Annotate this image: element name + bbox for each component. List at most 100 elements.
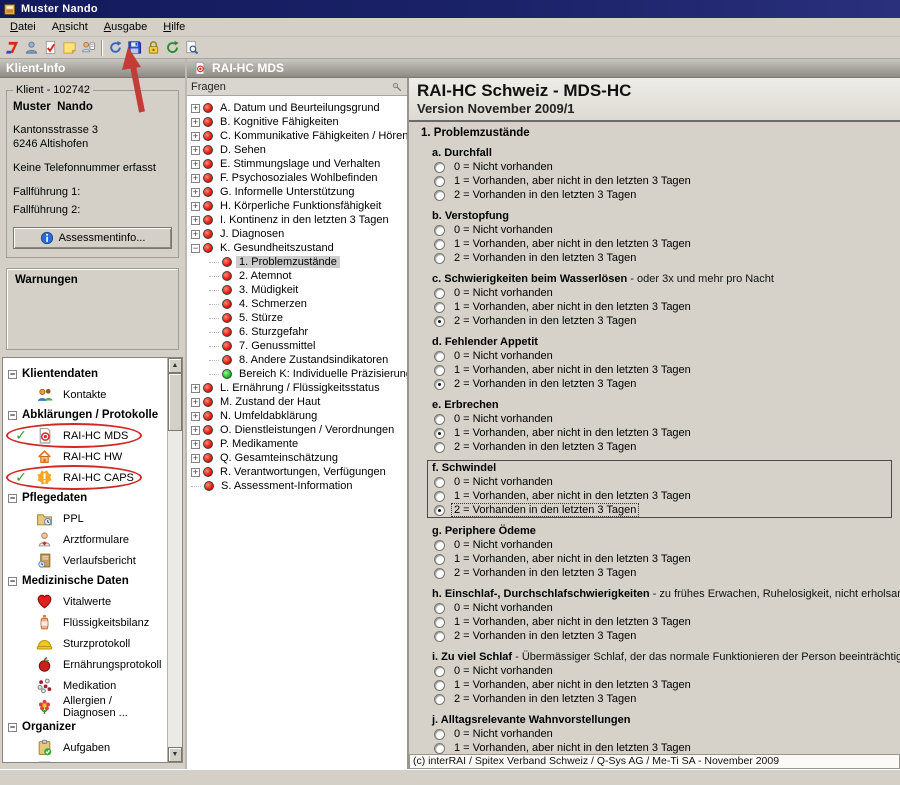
sidebar-item-sturzprotokoll[interactable]: Sturzprotokoll [3, 633, 166, 654]
radio-option-d-0[interactable]: 0 = Nicht vorhanden [432, 349, 887, 363]
radio-button[interactable] [434, 351, 445, 362]
expand-icon[interactable]: + [191, 132, 200, 141]
radio-option-h-1[interactable]: 1 = Vorhanden, aber nicht in den letzten… [432, 615, 887, 629]
assessmentinfo-button[interactable]: Assessmentinfo... [13, 227, 172, 249]
tree-node-5-st-rze[interactable]: 5. Stürze [209, 311, 407, 325]
radio-option-f-0[interactable]: 0 = Nicht vorhanden [432, 475, 887, 489]
radio-button[interactable] [434, 491, 445, 502]
tree-node-a-datum-und-beurteilungsgrund[interactable]: +A. Datum und Beurteilungsgrund [191, 101, 407, 115]
radio-button[interactable] [434, 666, 445, 677]
lock-button[interactable] [144, 39, 162, 57]
radio-button[interactable] [434, 225, 445, 236]
menu-ausgabe[interactable]: Ausgabe [96, 19, 155, 35]
radio-option-g-0[interactable]: 0 = Nicht vorhanden [432, 538, 887, 552]
radio-option-g-2[interactable]: 2 = Vorhanden in den letzten 3 Tagen [432, 566, 887, 580]
sidebar-item-medikation[interactable]: Medikation [3, 675, 166, 696]
tree-node-e-stimmungslage-und-verhalten[interactable]: +E. Stimmungslage und Verhalten [191, 157, 407, 171]
tree-node-6-sturzgefahr[interactable]: 6. Sturzgefahr [209, 325, 407, 339]
expand-icon[interactable]: + [191, 440, 200, 449]
sidebar-section-medizinische-daten[interactable]: −Medizinische Daten [3, 571, 166, 591]
menu-hilfe[interactable]: Hilfe [155, 19, 193, 35]
radio-option-d-2[interactable]: 2 = Vorhanden in den letzten 3 Tagen [432, 377, 887, 391]
collapse-icon[interactable]: − [8, 494, 17, 503]
radio-option-c-0[interactable]: 0 = Nicht vorhanden [432, 286, 887, 300]
note-button[interactable] [60, 39, 78, 57]
radio-button[interactable] [434, 631, 445, 642]
expand-icon[interactable]: + [191, 202, 200, 211]
radio-option-g-1[interactable]: 1 = Vorhanden, aber nicht in den letzten… [432, 552, 887, 566]
expand-icon[interactable]: + [191, 384, 200, 393]
sidebar-item-ppl[interactable]: PPL [3, 508, 166, 529]
tree-node-g-informelle-unterst-tzung[interactable]: +G. Informelle Unterstützung [191, 185, 407, 199]
scroll-down-icon[interactable]: ▼ [168, 747, 182, 762]
radio-option-d-1[interactable]: 1 = Vorhanden, aber nicht in den letzten… [432, 363, 887, 377]
radio-option-h-0[interactable]: 0 = Nicht vorhanden [432, 601, 887, 615]
radio-option-b-1[interactable]: 1 = Vorhanden, aber nicht in den letzten… [432, 237, 887, 251]
save-button[interactable] [125, 39, 143, 57]
sidebar-item-ern-hrungsprotokoll[interactable]: Ernährungsprotokoll [3, 654, 166, 675]
sidebar-item-rai-hc-hw[interactable]: RAI-HC HW [3, 446, 166, 467]
sidebar-section-pflegedaten[interactable]: −Pflegedaten [3, 488, 166, 508]
tree-node-r-verantwortungen-verf-gungen[interactable]: +R. Verantwortungen, Verfügungen [191, 465, 407, 479]
collapse-icon[interactable]: − [8, 370, 17, 379]
sidebar-item-arztformulare[interactable]: Arztformulare [3, 529, 166, 550]
sidebar-item-aufgaben[interactable]: Aufgaben [3, 737, 166, 758]
tree-node-p-medikamente[interactable]: +P. Medikamente [191, 437, 407, 451]
radio-button[interactable] [434, 253, 445, 264]
tree-node-2-atemnot[interactable]: 2. Atemnot [209, 269, 407, 283]
tree-node-8-andere-zustandsindikatoren[interactable]: 8. Andere Zustandsindikatoren [209, 353, 407, 367]
collapse-icon[interactable]: − [191, 244, 200, 253]
expand-icon[interactable]: + [191, 216, 200, 225]
tree-node-b-kognitive-f-higkeiten[interactable]: +B. Kognitive Fähigkeiten [191, 115, 407, 129]
radio-option-b-0[interactable]: 0 = Nicht vorhanden [432, 223, 887, 237]
radio-button[interactable] [434, 568, 445, 579]
app-logo-button[interactable] [3, 39, 21, 57]
tree-node-f-psychosoziales-wohlbefinden[interactable]: +F. Psychosoziales Wohlbefinden [191, 171, 407, 185]
expand-icon[interactable]: + [191, 146, 200, 155]
radio-option-e-0[interactable]: 0 = Nicht vorhanden [432, 412, 887, 426]
expand-icon[interactable]: + [191, 398, 200, 407]
radio-option-e-2[interactable]: 2 = Vorhanden in den letzten 3 Tagen [432, 440, 887, 454]
expand-icon[interactable]: + [191, 104, 200, 113]
expand-icon[interactable]: + [191, 412, 200, 421]
tree-node-bereich-k-individuelle-pr-zisierungen[interactable]: Bereich K: Individuelle Präzisierungen [209, 367, 407, 381]
radio-button[interactable] [434, 442, 445, 453]
radio-option-e-1[interactable]: 1 = Vorhanden, aber nicht in den letzten… [432, 426, 887, 440]
radio-button[interactable] [434, 694, 445, 705]
expand-icon[interactable]: + [191, 468, 200, 477]
expand-icon[interactable]: + [191, 174, 200, 183]
sidebar-section-klientendaten[interactable]: −Klientendaten [3, 364, 166, 384]
tree-node-s-assessment-information[interactable]: S. Assessment-Information [191, 479, 407, 493]
collapse-icon[interactable]: − [8, 577, 17, 586]
radio-option-a-2[interactable]: 2 = Vorhanden in den letzten 3 Tagen [432, 188, 887, 202]
sidebar-item-vitalwerte[interactable]: Vitalwerte [3, 591, 166, 612]
radio-button[interactable] [434, 505, 445, 516]
tree-node-i-kontinenz-in-den-letzten-3-tagen[interactable]: +I. Kontinenz in den letzten 3 Tagen [191, 213, 407, 227]
radio-button[interactable] [434, 239, 445, 250]
pin-icon[interactable] [391, 81, 403, 93]
scroll-up-icon[interactable]: ▲ [168, 358, 182, 373]
refresh-button[interactable] [163, 39, 181, 57]
sidebar-item-fl-ssigkeitsbilanz[interactable]: Flüssigkeitsbilanz [3, 612, 166, 633]
radio-button[interactable] [434, 554, 445, 565]
sidebar-section-abkl-rungen-protokolle[interactable]: −Abklärungen / Protokolle [3, 405, 166, 425]
radio-option-f-2[interactable]: 2 = Vorhanden in den letzten 3 Tagen [432, 503, 887, 517]
radio-button[interactable] [434, 477, 445, 488]
scrollbar-thumb[interactable] [168, 373, 182, 431]
sidebar-item-notizen[interactable]: Notizen [3, 758, 166, 763]
radio-option-a-0[interactable]: 0 = Nicht vorhanden [432, 160, 887, 174]
sidebar-scrollbar[interactable]: ▲ ▼ [167, 358, 182, 762]
tree-node-d-sehen[interactable]: +D. Sehen [191, 143, 407, 157]
expand-icon[interactable]: + [191, 188, 200, 197]
preview-button[interactable] [182, 39, 200, 57]
radio-button[interactable] [434, 617, 445, 628]
expand-icon[interactable]: + [191, 426, 200, 435]
radio-button[interactable] [434, 729, 445, 740]
radio-button[interactable] [434, 176, 445, 187]
radio-option-b-2[interactable]: 2 = Vorhanden in den letzten 3 Tagen [432, 251, 887, 265]
radio-button[interactable] [434, 316, 445, 327]
radio-button[interactable] [434, 365, 445, 376]
tree-node-4-schmerzen[interactable]: 4. Schmerzen [209, 297, 407, 311]
radio-option-j-0[interactable]: 0 = Nicht vorhanden [432, 727, 887, 741]
radio-button[interactable] [434, 162, 445, 173]
